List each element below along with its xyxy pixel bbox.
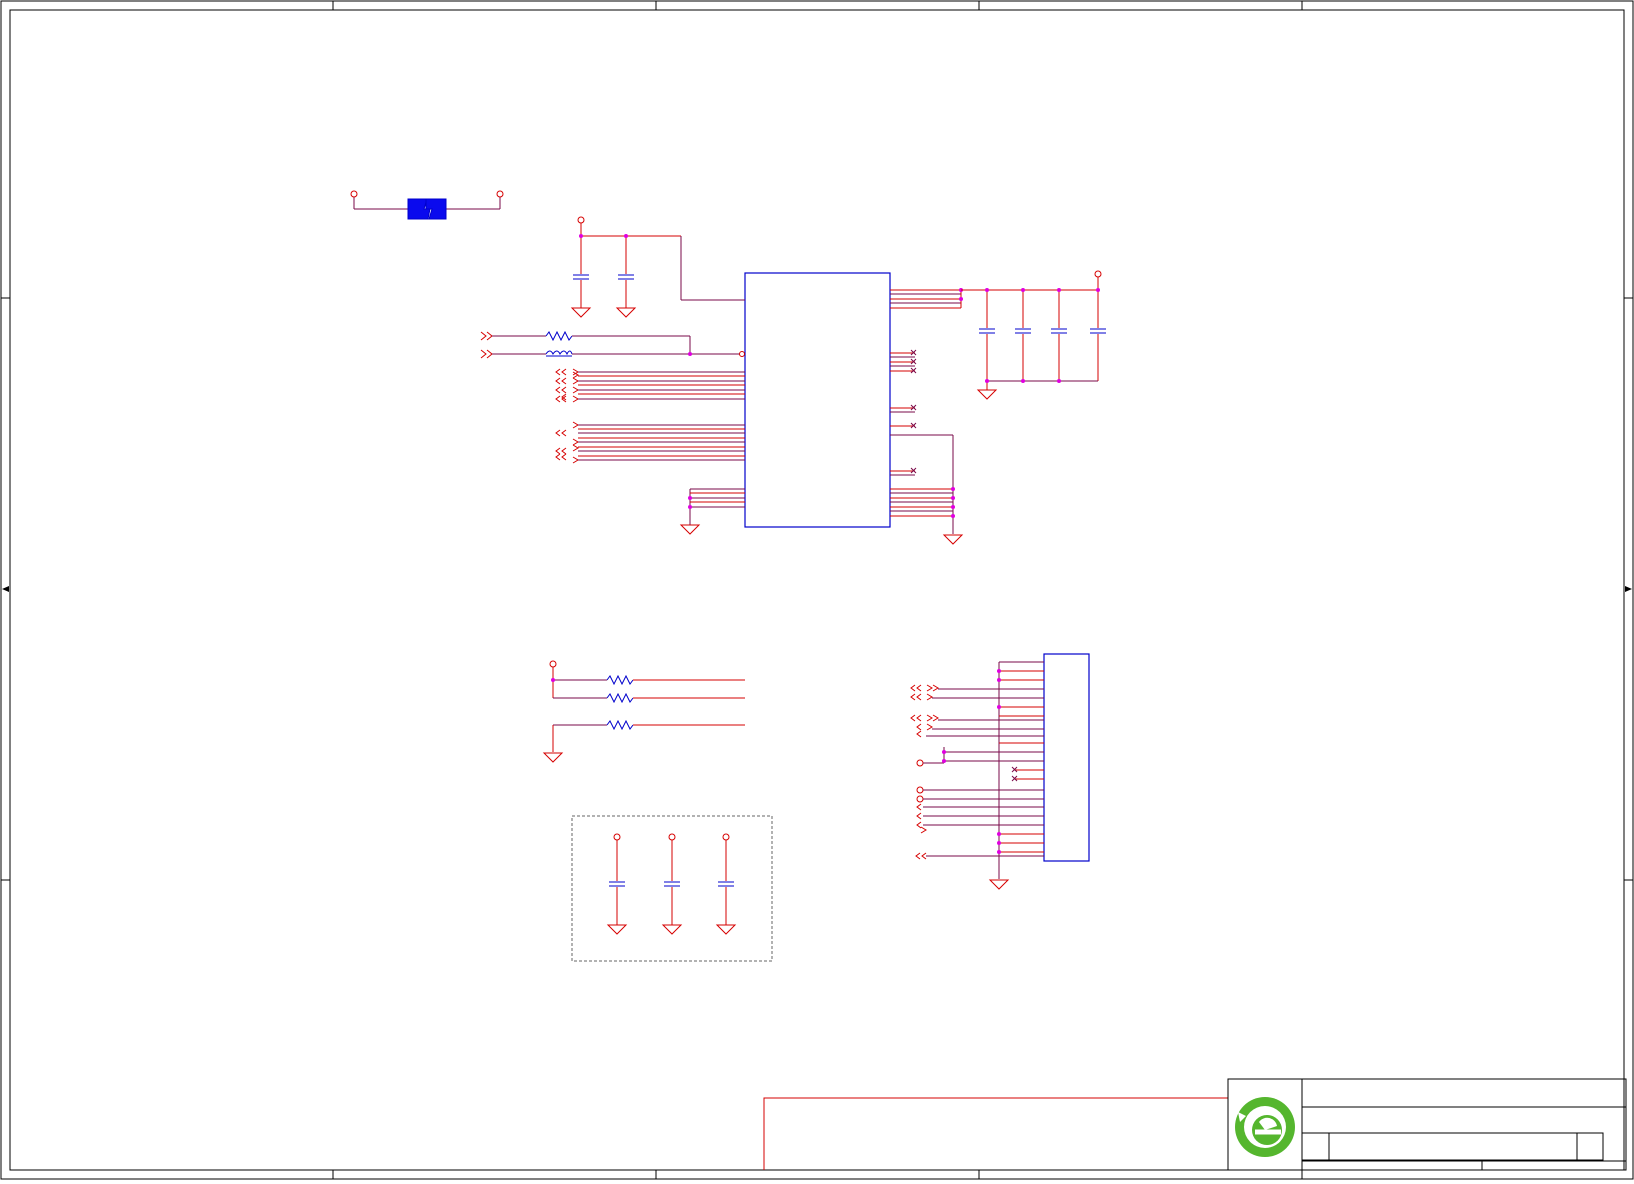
schematic-canvas — [0, 0, 1634, 1180]
notes-box — [763, 1097, 1228, 1170]
pull-resistor-network — [542, 660, 745, 763]
jumper-part — [350, 190, 504, 220]
green-e-logo-icon — [1235, 1097, 1295, 1157]
schematic-sheet — [0, 0, 1634, 1180]
drawing-frame — [0, 0, 1634, 1180]
ic-right-signals — [890, 288, 964, 545]
frame-center-arrow-icon — [2, 586, 1632, 592]
main-ic — [744, 272, 891, 528]
ic-left-signals — [480, 330, 745, 535]
decoupling-cap-group — [571, 815, 773, 962]
output-cap-bank — [961, 270, 1106, 400]
input-decoupling-caps — [570, 216, 745, 318]
connector-header — [910, 653, 1090, 890]
